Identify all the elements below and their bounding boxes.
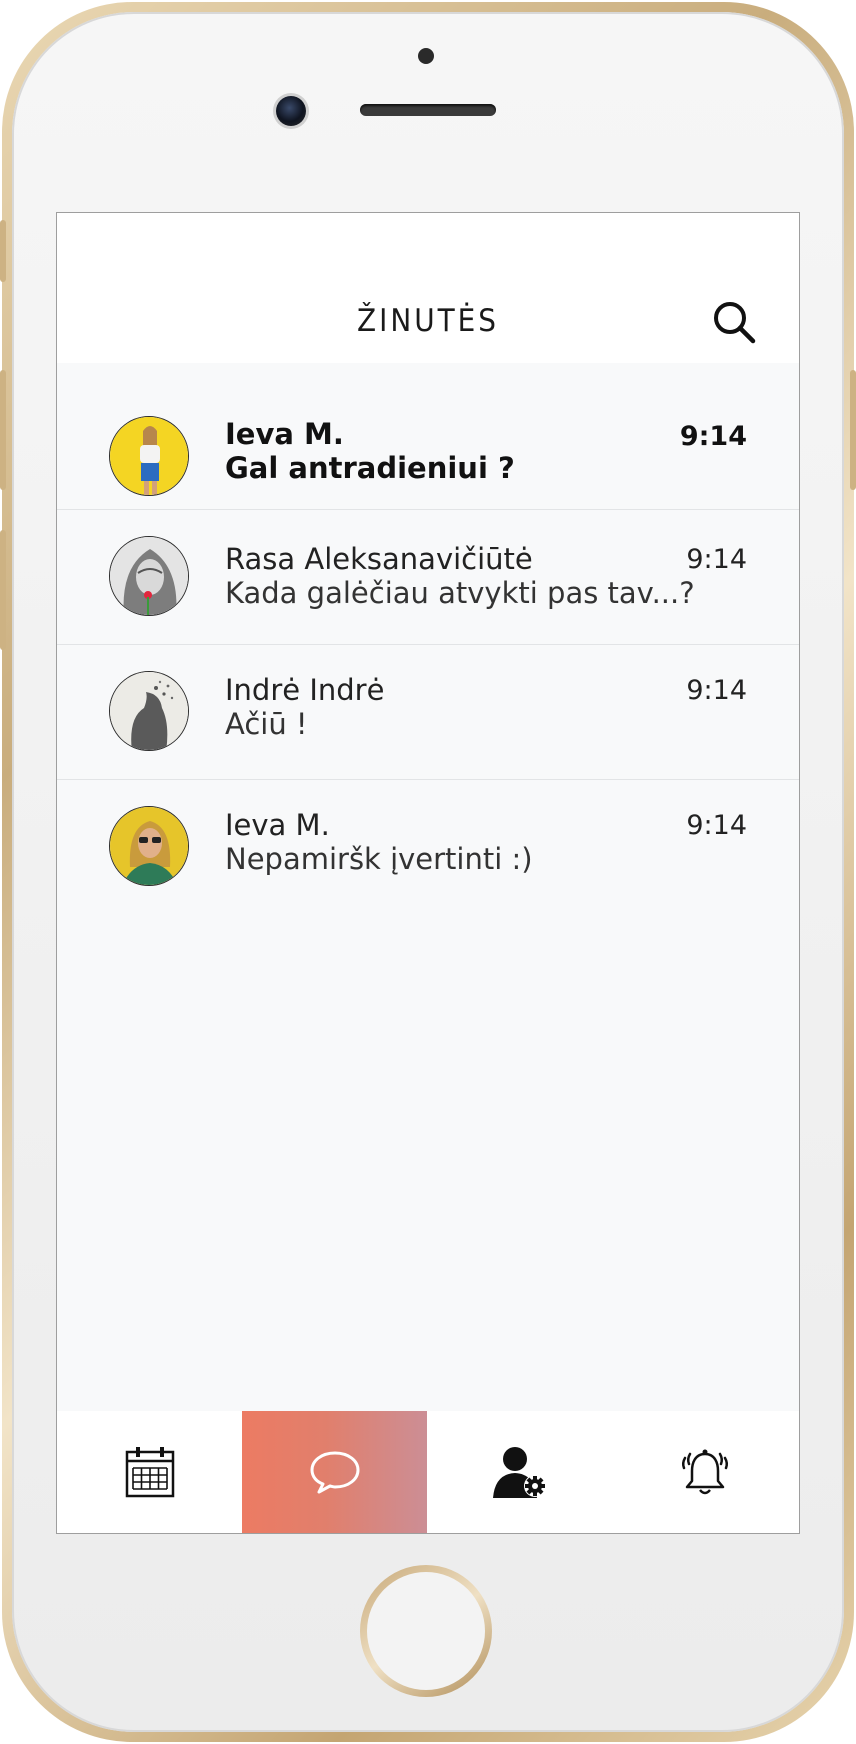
conversation-preview: Gal antradieniui ? (225, 451, 515, 485)
chat-bubble-icon (310, 1451, 359, 1494)
conversation-item[interactable]: Indrė Indrė Ačiū ! 9:14 (57, 645, 799, 780)
front-camera (276, 96, 306, 126)
power-button (850, 370, 856, 490)
conversation-name: Ieva M. (225, 417, 344, 451)
app-screen: ŽINUTĖS Ieva M. Gal antradieniui ? 9:14 … (56, 212, 800, 1534)
volume-up-button (0, 370, 6, 490)
search-button[interactable] (711, 299, 757, 345)
conversation-item[interactable]: Ieva M. Gal antradieniui ? 9:14 (57, 363, 799, 510)
tab-notifications[interactable] (612, 1411, 797, 1533)
search-icon (714, 302, 756, 344)
conversation-name: Ieva M. (225, 808, 330, 842)
bottom-tab-bar (57, 1411, 799, 1533)
calendar-icon (125, 1447, 174, 1498)
conversation-time: 9:14 (686, 675, 747, 706)
avatar (109, 806, 189, 886)
conversation-name: Indrė Indrė (225, 673, 385, 707)
conversation-item[interactable]: Rasa Aleksanavičiūtė Kada galėčiau atvyk… (57, 510, 799, 645)
volume-down-button (0, 530, 6, 650)
earpiece-speaker (360, 104, 496, 116)
conversation-item[interactable]: Ieva M. Nepamiršk įvertinti :) 9:14 (57, 780, 799, 914)
user-settings-icon (492, 1447, 546, 1498)
conversation-name: Rasa Aleksanavičiūtė (225, 542, 533, 576)
home-button[interactable] (360, 1565, 492, 1697)
avatar (109, 416, 189, 496)
conversation-time: 9:14 (686, 544, 747, 575)
conversation-preview: Ačiū ! (225, 707, 308, 741)
avatar (109, 671, 189, 751)
conversation-preview: Nepamiršk įvertinti :) (225, 842, 533, 876)
avatar (109, 536, 189, 616)
tab-calendar[interactable] (57, 1411, 242, 1533)
page-title: ŽINUTĖS (357, 303, 499, 339)
mute-switch (0, 220, 6, 282)
conversation-preview: Kada galėčiau atvykti pas tav...? (225, 576, 695, 610)
app-header: ŽINUTĖS (57, 213, 799, 363)
conversation-list: Ieva M. Gal antradieniui ? 9:14 Rasa Ale… (57, 363, 799, 914)
conversation-time: 9:14 (679, 421, 747, 452)
proximity-sensor (418, 48, 434, 64)
tab-profile-settings[interactable] (427, 1411, 612, 1533)
conversation-time: 9:14 (686, 810, 747, 841)
tab-messages[interactable] (242, 1411, 427, 1533)
bell-ringing-icon (681, 1449, 728, 1495)
